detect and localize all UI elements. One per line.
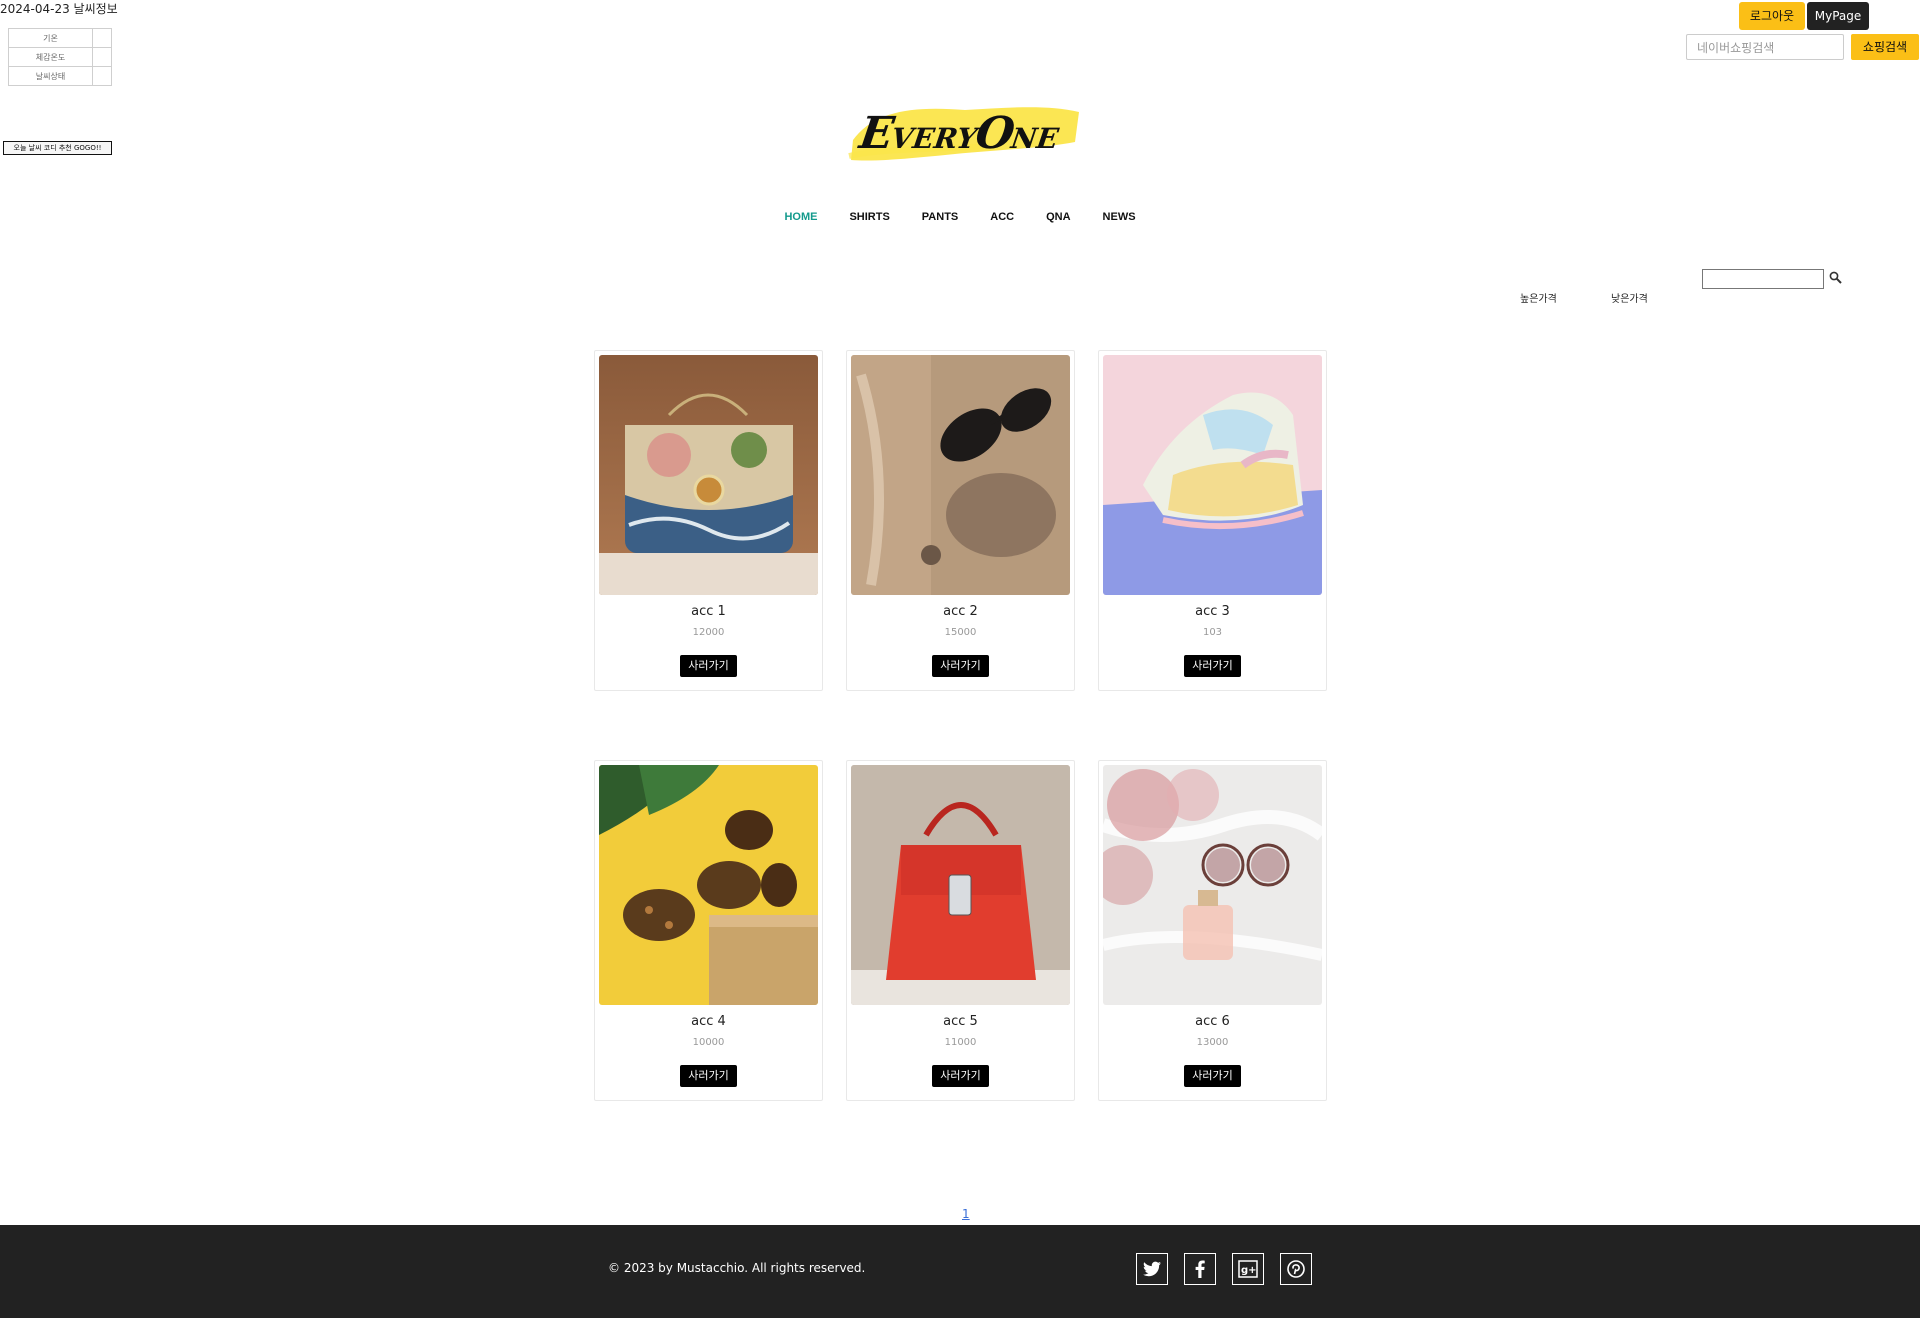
nav-pants[interactable]: PANTS: [922, 211, 958, 223]
product-price: 10000: [692, 1037, 725, 1048]
facebook-icon[interactable]: [1184, 1253, 1216, 1285]
weather-table: 기온 체감온도 날씨상태: [8, 28, 112, 86]
product-card[interactable]: acc 5 11000 사러가기: [846, 760, 1075, 1101]
product-card[interactable]: acc 2 15000 사러가기: [846, 350, 1075, 691]
product-image-sunglasses-on-fabric[interactable]: [851, 355, 1070, 595]
weather-coordi-button[interactable]: 오늘 날씨 코디 추천 GOGO!!: [3, 141, 112, 155]
product-card[interactable]: acc 6 13000 사러가기: [1098, 760, 1327, 1101]
nav-shirts[interactable]: SHIRTS: [849, 211, 889, 223]
buy-button[interactable]: 사러가기: [1184, 1065, 1241, 1087]
sort-high-price[interactable]: 높은가격: [1520, 290, 1557, 305]
product-name: acc 6: [1195, 1014, 1230, 1029]
product-name: acc 4: [691, 1014, 726, 1029]
nav-acc[interactable]: ACC: [990, 211, 1014, 223]
weather-table-wrapper: 기온 체감온도 날씨상태: [8, 28, 112, 86]
footer-copyright: © 2023 by Mustacchio. All rights reserve…: [608, 1261, 866, 1275]
product-price: 11000: [944, 1037, 977, 1048]
naver-shopping-search-input[interactable]: 네이버쇼핑검색: [1686, 34, 1844, 60]
buy-button[interactable]: 사러가기: [932, 655, 989, 677]
product-name: acc 2: [943, 604, 978, 619]
product-image-sunglasses-perfume[interactable]: [1103, 765, 1322, 1005]
footer: [0, 1225, 1920, 1318]
nav-home[interactable]: HOME: [784, 211, 817, 223]
mypage-button[interactable]: MyPage: [1807, 2, 1869, 30]
twitter-icon[interactable]: [1136, 1253, 1168, 1285]
product-image-sunglasses-yellow[interactable]: [599, 765, 818, 1005]
svg-text:g+: g+: [1241, 1265, 1257, 1276]
buy-button[interactable]: 사러가기: [1184, 655, 1241, 677]
product-card[interactable]: acc 1 12000 사러가기: [594, 350, 823, 691]
product-card[interactable]: acc 4 10000 사러가기: [594, 760, 823, 1101]
pinterest-icon[interactable]: [1280, 1253, 1312, 1285]
product-image-pastel-sneaker[interactable]: [1103, 355, 1322, 595]
weather-title: 2024-04-23 날씨정보: [0, 2, 118, 16]
weather-row-label: 기온: [8, 28, 93, 48]
search-icon[interactable]: [1829, 270, 1843, 284]
nav-news[interactable]: NEWS: [1103, 211, 1136, 223]
product-name: acc 3: [1195, 604, 1230, 619]
product-search-input[interactable]: [1702, 269, 1824, 289]
product-name: acc 5: [943, 1014, 978, 1029]
weather-value: [92, 47, 112, 67]
buy-button[interactable]: 사러가기: [932, 1065, 989, 1087]
sort-low-price[interactable]: 낮은가격: [1611, 290, 1648, 305]
product-price: 15000: [944, 627, 977, 638]
weather-value: [92, 28, 112, 48]
weather-row-label: 체감온도: [8, 47, 93, 67]
svg-text:VERY: VERY: [889, 122, 982, 155]
naver-shopping-search-button[interactable]: 쇼핑검색: [1851, 34, 1919, 60]
weather-row-label: 날씨상태: [8, 66, 93, 86]
nav-qna[interactable]: QNA: [1046, 211, 1070, 223]
product-card[interactable]: acc 3 103 사러가기: [1098, 350, 1327, 691]
product-price: 12000: [692, 627, 725, 638]
product-image-red-handbag[interactable]: [851, 765, 1070, 1005]
svg-text:NE: NE: [1008, 122, 1061, 155]
product-name: acc 1: [691, 604, 726, 619]
product-price: 103: [1202, 627, 1223, 638]
main-nav: HOME SHIRTS PANTS ACC QNA NEWS: [0, 211, 1920, 223]
logout-button[interactable]: 로그아웃: [1739, 2, 1805, 30]
product-price: 13000: [1196, 1037, 1229, 1048]
site-logo[interactable]: E VERY O NE: [845, 98, 1085, 168]
weather-value: [92, 66, 112, 86]
product-image-patterned-handbag[interactable]: [599, 355, 818, 595]
buy-button[interactable]: 사러가기: [680, 655, 737, 677]
google-plus-icon[interactable]: g+: [1232, 1253, 1264, 1285]
pagination-page-1[interactable]: 1: [962, 1207, 970, 1221]
buy-button[interactable]: 사러가기: [680, 1065, 737, 1087]
